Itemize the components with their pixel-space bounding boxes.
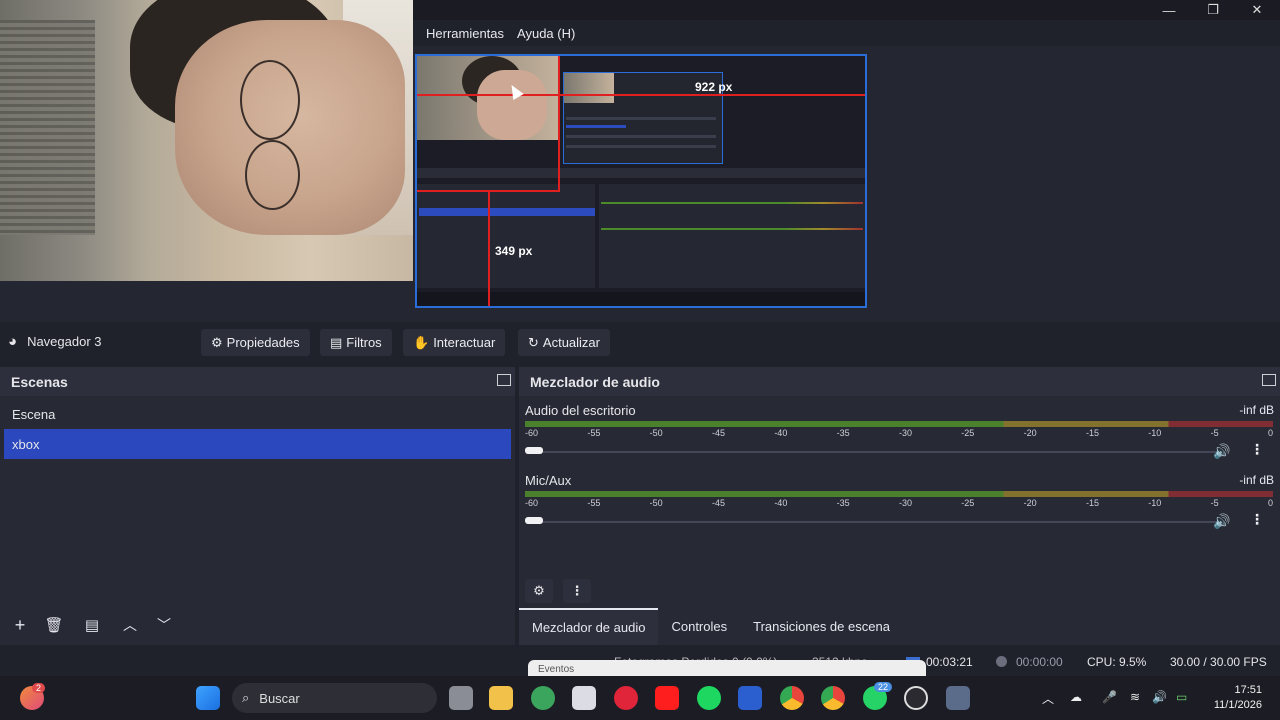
events-popup: Eventos xyxy=(528,660,926,676)
notification-badge: 2 xyxy=(32,683,46,693)
taskbar-clock[interactable]: 17:51 11/1/2026 xyxy=(1214,683,1262,713)
height-measurement: 349 px xyxy=(495,244,533,258)
desktop-volume-knob[interactable] xyxy=(525,447,543,454)
channel-desktop-name: Audio del escritorio xyxy=(525,403,636,418)
preview-area[interactable]: 922 px 349 px xyxy=(0,0,1280,322)
speaker-icon[interactable]: 🔊 xyxy=(1213,513,1230,530)
move-up-icon[interactable]: ︿ xyxy=(116,612,144,638)
tab-scene-transitions[interactable]: Transiciones de escena xyxy=(740,608,903,645)
float-dock-icon[interactable] xyxy=(1262,374,1276,386)
menu-help[interactable]: Ayuda (H) xyxy=(517,26,575,41)
speaker-icon[interactable]: 🔊 xyxy=(1213,443,1230,460)
source-name: Navegador 3 xyxy=(27,334,102,349)
youtube-icon[interactable] xyxy=(655,686,679,710)
desktop-volume-meter xyxy=(525,421,1273,427)
desktop-volume-slider[interactable] xyxy=(537,451,1223,453)
mic-volume-knob[interactable] xyxy=(525,517,543,524)
word-icon[interactable] xyxy=(738,686,762,710)
mixer-title: Mezclador de audio xyxy=(519,367,1280,396)
audio-mixer-dock: Mezclador de audio Audio del escritorio … xyxy=(519,367,1280,645)
minimize-button[interactable]: — xyxy=(1148,0,1190,20)
globe-icon: ◕ xyxy=(8,333,18,350)
interact-label: Interactuar xyxy=(433,335,496,350)
taskbar-search[interactable]: ⌕ Buscar xyxy=(232,683,437,713)
trash-icon[interactable]: 🗑 xyxy=(40,612,68,638)
clock-time: 17:51 xyxy=(1234,684,1262,696)
calculator-icon[interactable] xyxy=(946,686,970,710)
cpu-usage: CPU: 9.5% xyxy=(1087,655,1147,669)
advanced-audio-gear-icon[interactable]: ⚙ xyxy=(525,579,553,603)
mixer-menu-icon[interactable]: ⋮ xyxy=(563,579,591,603)
scenes-dock: Escenas Escena xbox + 🗑 ▤ ︿ ﹀ xyxy=(0,367,515,645)
chrome-icon[interactable] xyxy=(780,686,804,710)
wifi-icon[interactable]: ≋ xyxy=(1130,690,1140,704)
webcam-source[interactable] xyxy=(0,0,413,281)
search-icon: ⌕ xyxy=(242,690,250,705)
hand-icon: ✋ xyxy=(413,334,430,350)
store-icon[interactable] xyxy=(572,686,596,710)
dock-tabs: Mezclador de audio Controles Transicione… xyxy=(519,608,903,645)
browser-source-selected[interactable]: 922 px 349 px xyxy=(415,54,867,308)
refresh-label: Actualizar xyxy=(542,335,600,350)
tab-controls[interactable]: Controles xyxy=(658,608,740,645)
cloud-icon[interactable]: ☁ xyxy=(1070,690,1082,704)
interact-button[interactable]: ✋ Interactuar xyxy=(403,329,506,356)
properties-button[interactable]: ⚙ Propiedades xyxy=(201,329,310,356)
windows-start-icon[interactable] xyxy=(196,686,220,710)
windows-taskbar: 2 ⌕ Buscar 22 ︿ ☁ 🎤 ≋ 🔊 ▭ 17:51 11/1/202… xyxy=(0,676,1280,720)
scene-item-xbox[interactable]: xbox xyxy=(4,429,511,459)
refresh-button[interactable]: ↻ Actualizar xyxy=(518,329,610,356)
channel-mic-level: -inf dB xyxy=(1239,473,1274,487)
scenes-title: Escenas xyxy=(0,367,515,396)
mic-icon[interactable]: 🎤 xyxy=(1102,690,1117,704)
record-icon xyxy=(996,656,1007,667)
desktop-meter-ticks: -60 -55 -50 -45 -40 -35 -30 -25 -20 -15 -10 -5 0 xyxy=(525,428,1273,438)
clock-date: 11/1/2026 xyxy=(1213,699,1262,711)
close-button[interactable]: ✕ xyxy=(1236,0,1278,20)
properties-label: Propiedades xyxy=(226,335,300,350)
xbox-icon[interactable] xyxy=(531,686,555,710)
mic-volume-slider[interactable] xyxy=(537,521,1223,523)
desktop-menu-icon[interactable]: ⋮ xyxy=(1247,441,1267,458)
selected-source: ◕ Navegador 3 xyxy=(8,333,102,350)
move-down-icon[interactable]: ﹀ xyxy=(150,612,178,638)
obs-icon[interactable] xyxy=(904,686,928,710)
tab-audio-mixer[interactable]: Mezclador de audio xyxy=(519,608,659,645)
file-explorer-icon[interactable] xyxy=(489,686,513,710)
scene-item-escena[interactable]: Escena xyxy=(4,399,511,429)
chevron-up-icon[interactable]: ︿ xyxy=(1042,690,1054,707)
stream-time: 00:03:21 xyxy=(926,655,973,669)
chrome-profile-icon[interactable] xyxy=(821,686,845,710)
menu-tools[interactable]: Herramientas xyxy=(426,26,504,41)
gear-icon: ⚙ xyxy=(211,334,223,350)
filter-icon: ▤ xyxy=(330,334,343,350)
battery-icon[interactable]: ▭ xyxy=(1176,690,1187,704)
filters-label: Filtros xyxy=(346,335,382,350)
opera-icon[interactable] xyxy=(614,686,638,710)
width-measurement: 922 px xyxy=(695,80,733,94)
refresh-icon: ↻ xyxy=(528,334,539,350)
mic-menu-icon[interactable]: ⋮ xyxy=(1247,511,1267,528)
channel-mic-name: Mic/Aux xyxy=(525,473,572,488)
source-toolbar: ◕ Navegador 3 ⚙ Propiedades ▤ Filtros ✋ … xyxy=(0,322,1280,362)
fps: 30.00 / 30.00 FPS xyxy=(1170,655,1267,669)
search-placeholder: Buscar xyxy=(259,690,300,706)
task-view-icon[interactable] xyxy=(449,686,473,710)
volume-icon[interactable]: 🔊 xyxy=(1152,690,1167,704)
scene-filters-icon[interactable]: ▤ xyxy=(78,612,106,638)
mic-meter-ticks: -60 -55 -50 -45 -40 -35 -30 -25 -20 -15 -10 -5 0 xyxy=(525,498,1273,508)
whatsapp-badge: 22 xyxy=(874,682,893,692)
float-dock-icon[interactable] xyxy=(497,374,511,386)
rec-time: 00:00:00 xyxy=(1016,655,1063,669)
spotify-icon[interactable] xyxy=(697,686,721,710)
mic-volume-meter xyxy=(525,491,1273,497)
menu-bar: Herramientas Ayuda (H) xyxy=(413,20,1280,46)
filters-button[interactable]: ▤ Filtros xyxy=(320,329,392,356)
maximize-button[interactable]: ❐ xyxy=(1192,0,1234,20)
add-scene-icon[interactable]: + xyxy=(6,612,34,638)
channel-desktop-level: -inf dB xyxy=(1239,403,1274,417)
